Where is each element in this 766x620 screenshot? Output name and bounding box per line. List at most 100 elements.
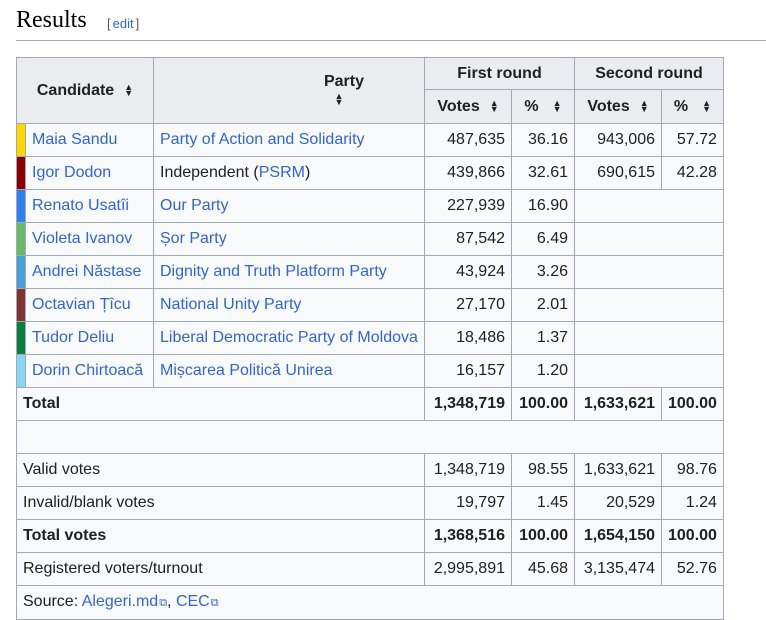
party-link[interactable]: Mișcarea Politică Unirea	[160, 362, 333, 379]
header-pct-1[interactable]: % ▲ ▼	[511, 89, 575, 124]
candidate-link[interactable]: Dorin Chirtoacă	[32, 362, 143, 379]
pct-label: %	[524, 97, 539, 115]
pct-cell: 100.00	[661, 519, 724, 553]
empty-cell	[574, 189, 724, 223]
registered-voters-row: Registered voters/turnout 2,995,891 45.6…	[16, 552, 724, 586]
party-text: )	[304, 164, 311, 181]
header-votes-1[interactable]: Votes ▲ ▼	[424, 89, 512, 124]
sort-icon[interactable]: ▲ ▼	[335, 92, 344, 107]
external-link-icon: ⧉	[210, 597, 219, 609]
votes-cell: 18,486	[424, 321, 512, 355]
party-color-swatch	[16, 156, 26, 190]
party-link[interactable]: Our Party	[160, 197, 228, 214]
header-pct-2[interactable]: % ▲ ▼	[661, 89, 724, 124]
votes-cell: 487,635	[424, 123, 512, 157]
pct-label: %	[673, 97, 689, 115]
header-party[interactable]: Party ▲ ▼	[153, 57, 425, 124]
party-color-swatch	[16, 123, 26, 157]
party-link[interactable]: Șor Party	[160, 230, 227, 247]
source-prefix: Source:	[23, 593, 82, 610]
row-label: Total votes	[16, 519, 425, 553]
party-color-swatch	[16, 189, 26, 223]
pct-cell: 45.68	[511, 552, 575, 586]
source-row: Source: Alegeri.md⧉, CEC⧉	[16, 585, 724, 620]
header-second-round: Second round	[574, 57, 724, 90]
votes-label: Votes	[437, 97, 480, 115]
valid-votes-row: Valid votes 1,348,719 98.55 1,633,621 98…	[16, 453, 724, 487]
party-color-swatch	[16, 222, 26, 256]
pct-cell: 1.20	[511, 354, 575, 388]
empty-cell	[574, 354, 724, 388]
votes-cell: 16,157	[424, 354, 512, 388]
party-color-swatch	[16, 321, 26, 355]
votes-cell: 439,866	[424, 156, 512, 190]
candidate-link[interactable]: Violeta Ivanov	[32, 230, 132, 247]
votes-cell: 227,939	[424, 189, 512, 223]
source-link-alegeri[interactable]: Alegeri.md	[82, 593, 158, 610]
votes-cell: 690,615	[574, 156, 662, 190]
edit-link[interactable]: edit	[111, 16, 136, 31]
party-link[interactable]: Dignity and Truth Platform Party	[160, 263, 387, 280]
pct-cell: 1.45	[511, 486, 575, 520]
party-color-swatch	[16, 288, 26, 322]
candidate-link[interactable]: Igor Dodon	[32, 164, 111, 181]
party-link[interactable]: Liberal Democratic Party of Moldova	[160, 329, 418, 346]
votes-cell: 1,368,516	[424, 519, 512, 553]
candidate-link[interactable]: Renato Usatîi	[32, 197, 129, 214]
pct-cell: 1.24	[661, 486, 724, 520]
candidate-link[interactable]: Tudor Deliu	[32, 329, 114, 346]
pct-cell: 6.49	[511, 222, 575, 256]
table-row: Igor Dodon Independent (PSRM) 439,866 32…	[16, 156, 724, 190]
empty-cell	[574, 288, 724, 322]
empty-cell	[574, 321, 724, 355]
empty-cell	[574, 255, 724, 289]
row-label: Invalid/blank votes	[16, 486, 425, 520]
header-votes-2[interactable]: Votes ▲ ▼	[574, 89, 662, 124]
table-row: Dorin Chirtoacă Mișcarea Politică Unirea…	[16, 354, 724, 388]
party-link[interactable]: National Unity Party	[160, 296, 301, 313]
results-table: Candidate ▲ ▼ Party ▲ ▼ First round Second r…	[16, 57, 724, 620]
total-label: Total	[16, 387, 425, 421]
party-color-swatch	[16, 354, 26, 388]
candidate-link[interactable]: Andrei Năstase	[32, 263, 141, 280]
source-link-cec[interactable]: CEC	[176, 593, 210, 610]
section-title: Results	[16, 7, 87, 33]
table-row: Octavian Țîcu National Unity Party 27,17…	[16, 288, 724, 322]
spacer-row	[16, 420, 724, 454]
candidate-link[interactable]: Maia Sandu	[32, 131, 117, 148]
sort-icon[interactable]: ▲ ▼	[124, 83, 133, 98]
party-color-swatch	[16, 255, 26, 289]
sort-icon[interactable]: ▲ ▼	[640, 99, 649, 114]
sort-icon[interactable]: ▲ ▼	[490, 99, 499, 114]
row-label: Valid votes	[16, 453, 425, 487]
party-link[interactable]: Party of Action and Solidarity	[160, 131, 365, 148]
header-candidate[interactable]: Candidate ▲ ▼	[16, 57, 154, 124]
edit-section: [edit]	[107, 16, 140, 31]
party-link[interactable]: PSRM	[259, 164, 305, 181]
header-party-label: Party	[323, 72, 365, 90]
table-row: Tudor Deliu Liberal Democratic Party of …	[16, 321, 724, 355]
pct-cell: 32.61	[511, 156, 575, 190]
votes-label: Votes	[587, 97, 630, 115]
pct-cell: 98.55	[511, 453, 575, 487]
sort-icon[interactable]: ▲ ▼	[553, 99, 562, 114]
votes-cell: 27,170	[424, 288, 512, 322]
table-row: Violeta Ivanov Șor Party 87,542 6.49	[16, 222, 724, 256]
votes-cell: 943,006	[574, 123, 662, 157]
pct-cell: 98.76	[661, 453, 724, 487]
votes-cell: 43,924	[424, 255, 512, 289]
row-label: Registered voters/turnout	[16, 552, 425, 586]
votes-cell: 87,542	[424, 222, 512, 256]
votes-cell: 19,797	[424, 486, 512, 520]
pct-cell: 42.28	[661, 156, 724, 190]
candidate-link[interactable]: Octavian Țîcu	[32, 296, 131, 313]
sort-icon[interactable]: ▲ ▼	[702, 99, 711, 114]
pct-cell: 100.00	[511, 519, 575, 553]
votes-cell: 1,633,621	[574, 453, 662, 487]
pct-cell: 3.26	[511, 255, 575, 289]
votes-cell: 1,348,719	[424, 387, 512, 421]
pct-cell: 1.37	[511, 321, 575, 355]
votes-cell: 1,348,719	[424, 453, 512, 487]
pct-cell: 2.01	[511, 288, 575, 322]
pct-cell: 100.00	[511, 387, 575, 421]
